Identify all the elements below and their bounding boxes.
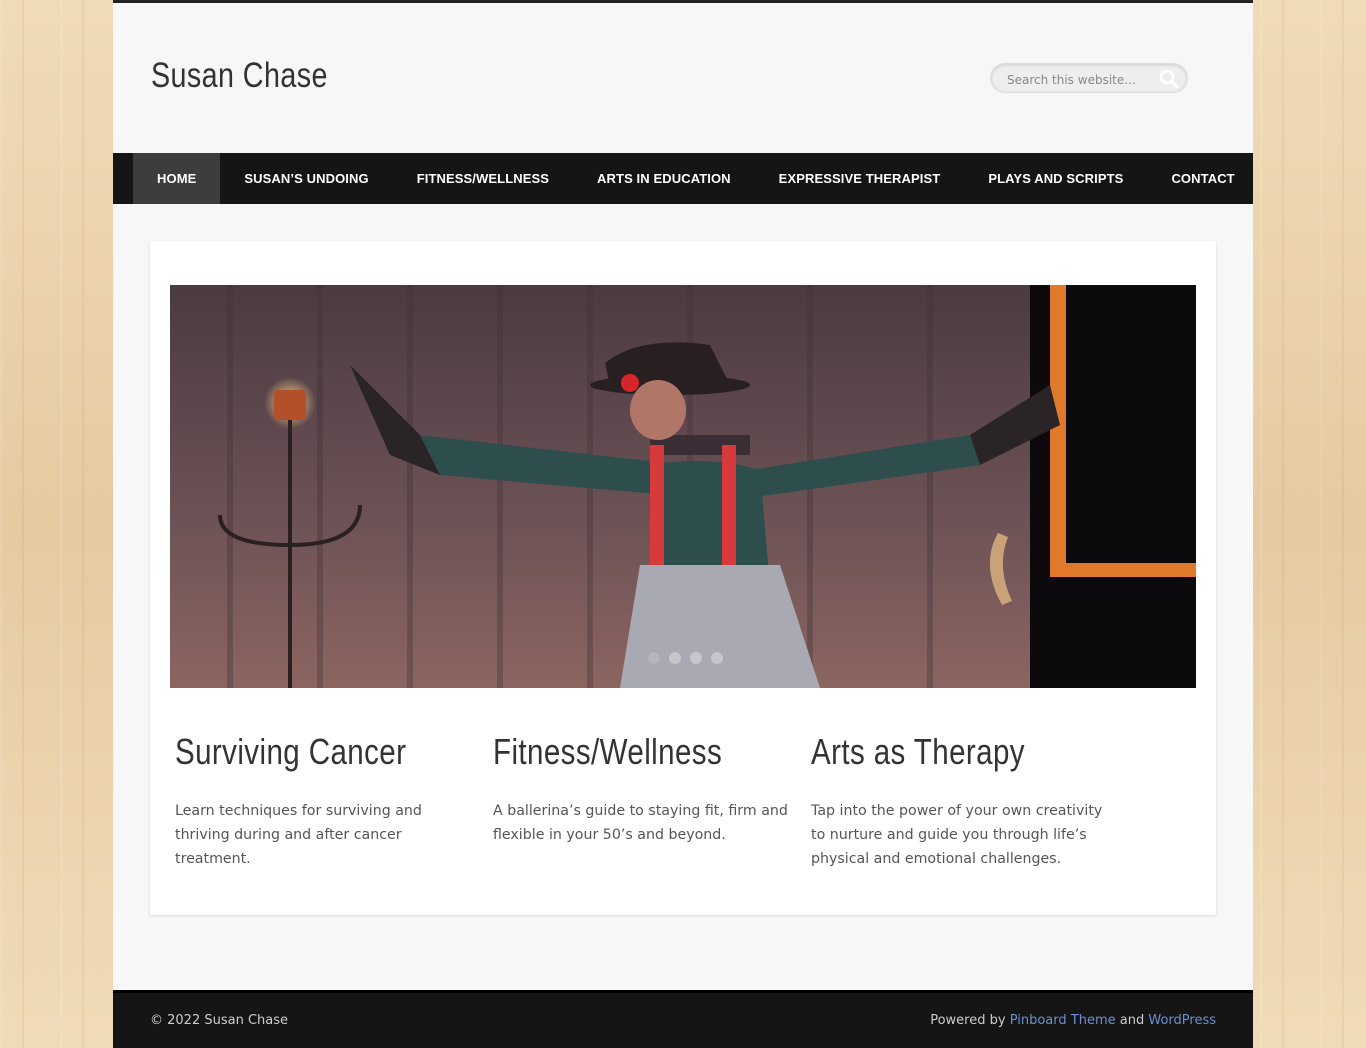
nav-item-home[interactable]: HOME <box>133 153 221 204</box>
site-header: Susan Chase <box>113 3 1253 153</box>
wordpress-link[interactable]: WordPress <box>1148 1013 1216 1028</box>
nav-item-expressive-therapist[interactable]: EXPRESSIVE THERAPIST <box>755 153 965 204</box>
site-footer: © 2022 Susan Chase Powered by Pinboard T… <box>113 990 1253 1048</box>
theme-link[interactable]: Pinboard Theme <box>1010 1013 1116 1028</box>
search-form <box>990 63 1188 93</box>
and-text: and <box>1119 1013 1145 1028</box>
feature-text: Learn techniques for surviving and thriv… <box>175 803 422 867</box>
powered-by-text: Powered by <box>930 1013 1006 1028</box>
feature-text: Tap into the power of your own creativit… <box>811 803 1103 867</box>
nav-item-susans-undoing[interactable]: SUSAN’S UNDOING <box>220 153 392 204</box>
nav-item-plays-and-scripts[interactable]: PLAYS AND SCRIPTS <box>964 153 1147 204</box>
search-icon[interactable] <box>1159 69 1179 89</box>
footer-credits: Powered by Pinboard Theme and WordPress <box>930 1013 1216 1028</box>
feature-title[interactable]: Fitness/Wellness <box>493 731 739 773</box>
content-card: Surviving Cancer Learn techniques for su… <box>150 241 1216 915</box>
feature-column: Surviving Cancer Learn techniques for su… <box>175 731 475 871</box>
site-title[interactable]: Susan Chase <box>151 56 328 96</box>
feature-text: A ballerina’s guide to staying fit, firm… <box>493 803 788 843</box>
slider-dot-4[interactable] <box>711 652 723 664</box>
nav-item-contact[interactable]: CONTACT <box>1147 153 1258 204</box>
slider-pagination <box>648 652 723 664</box>
image-slider[interactable] <box>170 285 1196 688</box>
feature-column: Fitness/Wellness A ballerina’s guide to … <box>493 731 793 847</box>
search-input[interactable] <box>1005 70 1159 90</box>
slide-image <box>170 285 1196 688</box>
feature-title[interactable]: Surviving Cancer <box>175 731 421 773</box>
nav-item-arts-in-education[interactable]: ARTS IN EDUCATION <box>573 153 755 204</box>
feature-title[interactable]: Arts as Therapy <box>811 731 1057 773</box>
slider-dot-2[interactable] <box>669 652 681 664</box>
feature-column: Arts as Therapy Tap into the power of yo… <box>811 731 1111 871</box>
page-container: Susan Chase HOME SUSAN’S UNDOING FITNESS… <box>113 0 1253 1048</box>
main-navigation: HOME SUSAN’S UNDOING FITNESS/WELLNESS AR… <box>113 153 1253 204</box>
footer-copyright: © 2022 Susan Chase <box>150 1013 289 1028</box>
slider-dot-3[interactable] <box>690 652 702 664</box>
slider-dot-1[interactable] <box>648 652 660 664</box>
nav-item-fitness-wellness[interactable]: FITNESS/WELLNESS <box>393 153 573 204</box>
